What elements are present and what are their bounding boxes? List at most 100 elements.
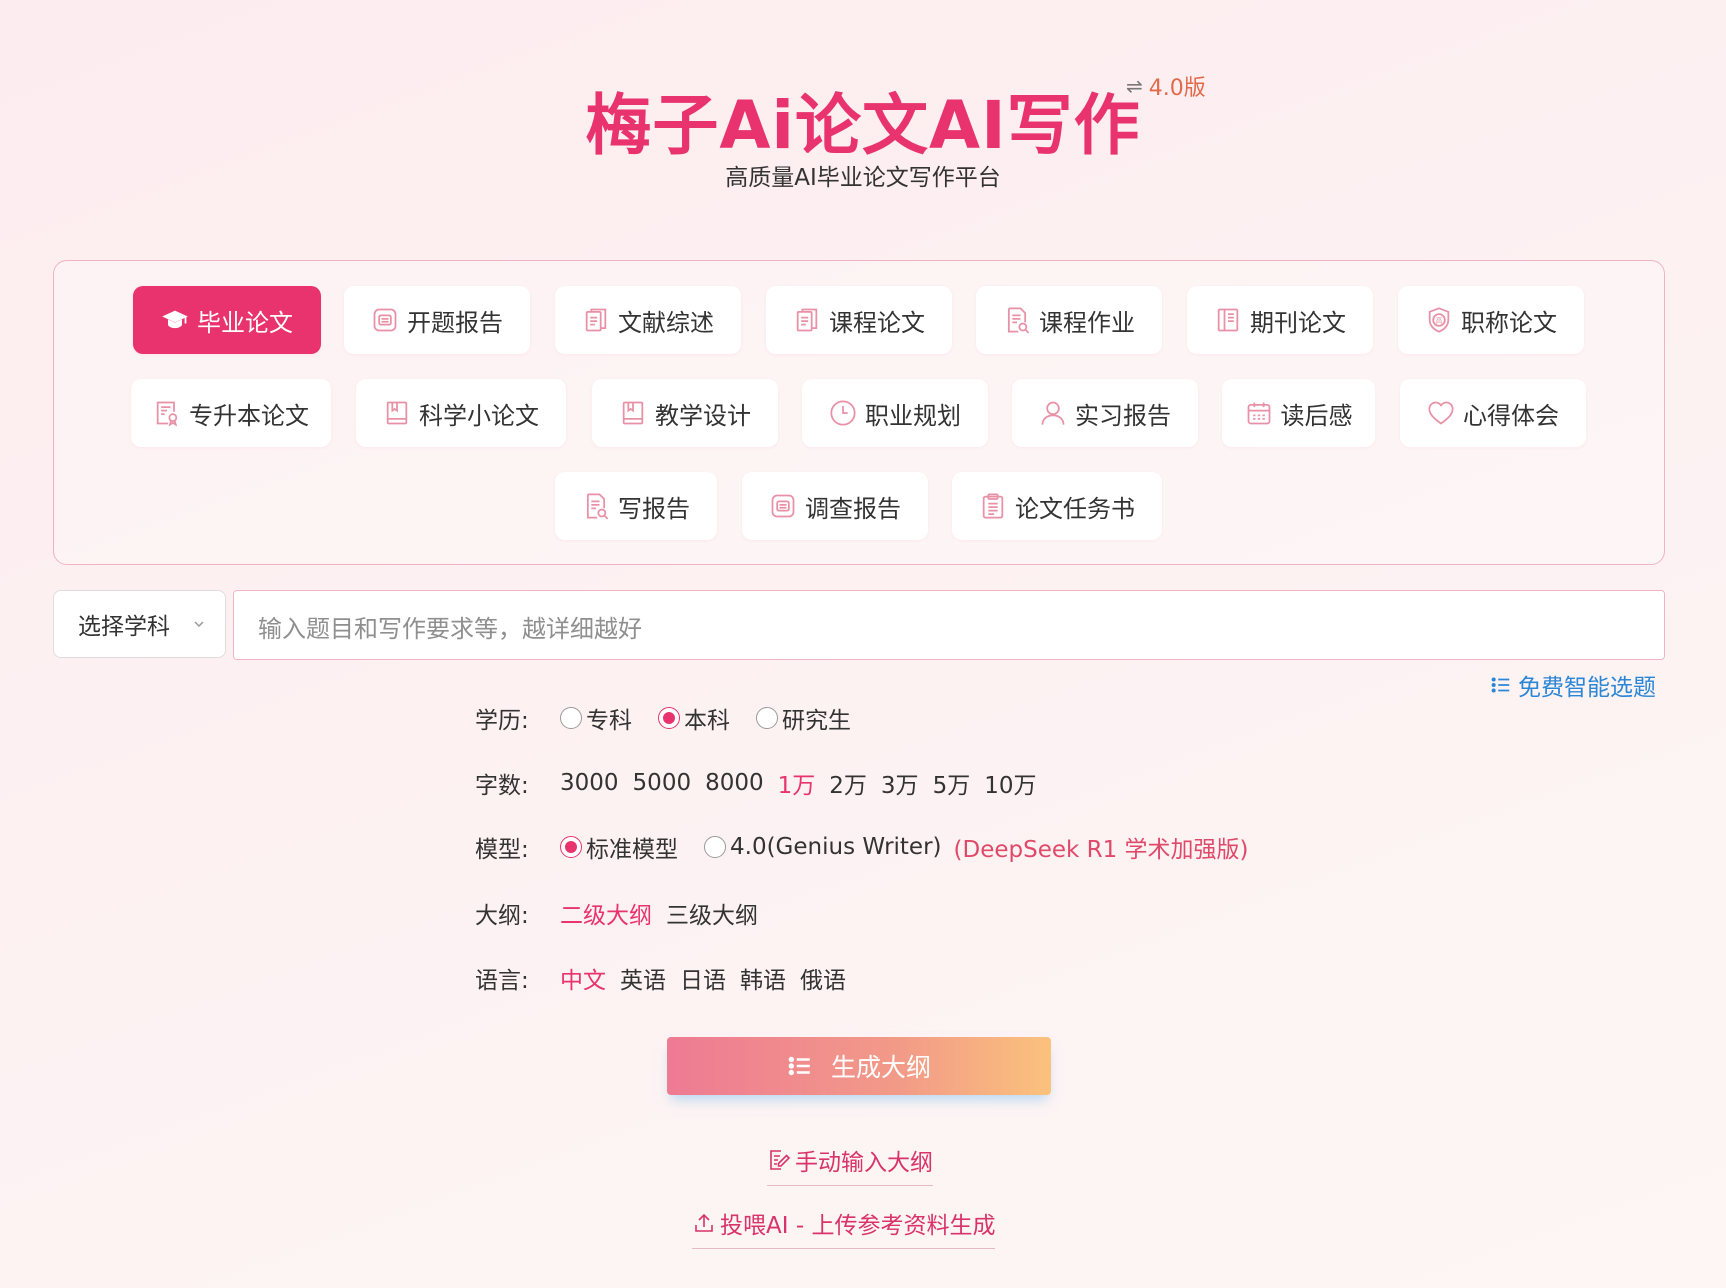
outline-option[interactable]: 三级大纲 [666,896,758,930]
word-count-option[interactable]: 1万 [778,766,816,800]
word-count-row: 字数: 3000 5000 8000 1万 2万 3万 5万 10万 [475,766,1050,800]
subject-select[interactable]: 选择学科 [53,590,226,658]
language-option[interactable]: 日语 [680,961,726,995]
graduation-cap-icon [162,310,188,329]
category-proposal-report[interactable]: 开题报告 [344,286,530,354]
category-course-homework[interactable]: 课程作业 [976,286,1162,354]
category-label: 职业规划 [865,401,961,430]
subject-select-label: 选择学科 [78,614,170,640]
radio-icon [756,707,778,729]
document-search-icon [1007,307,1030,334]
subtitle: 高质量AI毕业论文写作平台 [725,165,1001,191]
list-icon [1491,677,1510,693]
education-label: 学历: [475,708,529,734]
language-option[interactable]: 英语 [620,961,666,995]
category-upgrade-thesis[interactable]: 专升本论文 [131,379,331,447]
category-literature-review[interactable]: 文献综述 [555,286,741,354]
education-option[interactable]: 研究生 [756,701,851,735]
generate-outline-label: 生成大纲 [830,1053,931,1082]
category-science-essay[interactable]: 科学小论文 [356,379,566,447]
radio-label: 标准模型 [586,837,678,863]
svg-text:高: 高 [1436,316,1443,325]
category-label: 期刊论文 [1250,308,1346,337]
category-label: 心得体会 [1463,401,1559,430]
version-badge[interactable]: ⇌ 4.0版 [1126,70,1206,102]
category-label: 实习报告 [1075,401,1171,430]
category-reflections[interactable]: 心得体会 [1400,379,1586,447]
category-graduation-thesis[interactable]: 毕业论文 [133,286,321,354]
category-course-paper[interactable]: 课程论文 [766,286,952,354]
education-option[interactable]: 本科 [658,701,730,735]
upload-reference-link[interactable]: 投喂AI - 上传参考资料生成 [692,1206,996,1249]
report-icon [373,308,397,332]
radio-checked-icon [658,707,680,729]
category-task-book[interactable]: 论文任务书 [952,472,1162,540]
radio-icon [560,707,582,729]
category-book-review[interactable]: 读后感 [1222,379,1375,447]
category-write-report[interactable]: 写报告 [555,472,717,540]
category-label: 调查报告 [805,494,901,523]
topic-input[interactable] [233,590,1665,660]
category-journal-paper[interactable]: 期刊论文 [1187,286,1373,354]
document-search-icon [586,493,609,520]
version-label: 4.0版 [1148,76,1206,101]
bookmark-book-icon [622,401,644,425]
report-icon [771,494,795,518]
word-count-option[interactable]: 2万 [829,766,867,800]
category-label: 读后感 [1280,401,1353,430]
generate-outline-button[interactable]: 生成大纲 [667,1037,1051,1095]
free-topic-label: 免费智能选题 [1518,675,1656,701]
word-count-option[interactable]: 3000 [560,770,619,796]
outline-row: 大纲: 二级大纲 三级大纲 [475,896,772,930]
category-label: 教学设计 [655,401,751,430]
education-row: 学历: 专科 本科 研究生 [475,701,877,735]
language-option[interactable]: 俄语 [800,961,846,995]
category-label: 论文任务书 [1015,494,1135,523]
radio-label: 本科 [684,708,730,734]
word-count-option[interactable]: 8000 [705,770,764,796]
brand-title: 梅子Ai论文AI写作 [585,87,1141,164]
word-count-option[interactable]: 10万 [984,766,1036,800]
radio-icon [704,836,726,858]
header: 梅子Ai论文AI写作 ⇌ 4.0版 高质量AI毕业论文写作平台 [0,0,1726,240]
word-count-option[interactable]: 3万 [881,766,919,800]
shield-badge-icon: 高 [1428,307,1450,333]
category-professional-title-paper[interactable]: 高 职称论文 [1398,286,1584,354]
language-option[interactable]: 中文 [560,961,606,995]
category-label: 文献综述 [618,308,714,337]
category-label: 专升本论文 [189,401,309,430]
outline-option[interactable]: 二级大纲 [560,896,652,930]
clock-icon [830,400,856,426]
category-survey-report[interactable]: 调查报告 [742,472,928,540]
word-count-option[interactable]: 5000 [633,770,692,796]
free-topic-link[interactable]: 免费智能选题 [1490,668,1656,702]
language-option[interactable]: 韩语 [740,961,786,995]
radio-label: 研究生 [782,708,851,734]
bookmark-book-icon [386,401,408,425]
documents-icon [796,308,818,332]
model-row: 模型: 标准模型 4.0(Genius Writer) (DeepSeek R1… [475,830,1249,864]
category-label: 课程论文 [829,308,925,337]
upload-icon [695,1213,713,1232]
category-label: 科学小论文 [419,401,539,430]
category-label: 开题报告 [407,308,503,337]
chevron-down-icon [194,621,204,628]
category-label: 职称论文 [1461,308,1557,337]
clipboard-icon [982,493,1004,519]
category-teaching-design[interactable]: 教学设计 [592,379,778,447]
model-option[interactable]: 标准模型 [560,830,678,864]
radio-label: 专科 [586,708,632,734]
category-label: 毕业论文 [197,308,293,337]
model-option[interactable]: 4.0(Genius Writer) [704,834,942,860]
category-label: 写报告 [618,494,690,523]
model-label: 模型: [475,837,529,863]
word-count-option[interactable]: 5万 [933,766,971,800]
manual-outline-link[interactable]: 手动输入大纲 [767,1143,933,1186]
user-icon [1041,401,1065,425]
category-career-planning[interactable]: 职业规划 [802,379,988,447]
heart-icon [1428,401,1454,425]
manual-outline-label: 手动输入大纲 [795,1150,933,1176]
category-internship-report[interactable]: 实习报告 [1012,379,1198,447]
category-label: 课程作业 [1039,308,1135,337]
education-option[interactable]: 专科 [560,701,632,735]
